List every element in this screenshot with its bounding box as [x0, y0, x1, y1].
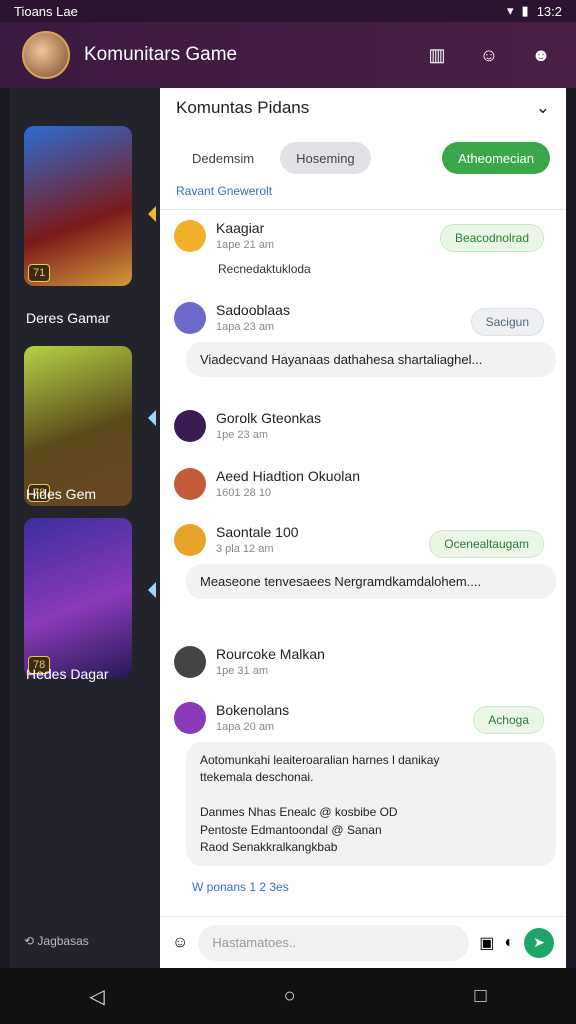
message: Bokenolans 1apa 20 am Aotomunkahi leaiter…: [174, 702, 556, 867]
reaction-pill[interactable]: Beacodnolrad: [439, 224, 544, 252]
arrow-icon: [148, 582, 156, 598]
message: Kaagiar 1ape 21 am Recnedaktukloda Beacod…: [174, 220, 556, 276]
avatar: [174, 702, 206, 734]
arrow-icon: [148, 410, 156, 426]
game-card-1[interactable]: 71: [24, 126, 132, 286]
page-title: Komunitars Game: [84, 44, 238, 65]
composer: ☺ Hastamatoes.. ▣ ◐ ➤: [160, 916, 566, 968]
avatar: [174, 220, 206, 252]
selected-arrow-icon: [148, 206, 156, 222]
message: Rourcoke Malkan 1pe 31 am: [174, 646, 556, 678]
game-name: Hedes Dagar: [26, 666, 109, 682]
send-button[interactable]: ➤: [524, 927, 554, 958]
chat-title: Komuntas Pidans: [176, 98, 310, 117]
message: Gorolk Gteonkas 1pe 23 am: [174, 410, 556, 442]
avatar[interactable]: [22, 31, 70, 79]
message: Sadooblaas 1apa 23 am Viadecvand Hayanaas…: [174, 302, 556, 377]
cta-button[interactable]: Atheomecian: [442, 142, 550, 174]
battery-icon: ▮: [521, 3, 529, 18]
tab-2[interactable]: Hoseming: [280, 142, 371, 174]
emoji-icon[interactable]: ☺: [172, 934, 188, 952]
chat-header: Komuntas Pidans ⌄ Dedemsim Hoseming Athe…: [160, 88, 566, 210]
avatar: [174, 524, 206, 556]
reaction-pill[interactable]: Sacigun: [470, 308, 544, 336]
avatar: [174, 302, 206, 334]
chat-subtitle[interactable]: Ravant Gnewerolt: [176, 184, 550, 198]
camera-icon[interactable]: ▣: [479, 933, 494, 953]
back-icon[interactable]: ◁: [89, 984, 104, 1009]
stats-icon[interactable]: ▥: [424, 42, 450, 68]
user-icon[interactable]: ☺: [476, 42, 502, 68]
chevron-down-icon[interactable]: ⌄: [536, 98, 550, 118]
message-input[interactable]: Hastamatoes..: [198, 924, 470, 961]
message-bubble: Measeone tenvesaees Nergramdkamdalohem..…: [186, 564, 556, 599]
status-time: 13:2: [536, 3, 562, 19]
message: Saontale 100 3 pla 12 am Measeone tenvesa…: [174, 524, 556, 599]
tab-1[interactable]: Dedemsim: [176, 142, 270, 174]
status-left: Tioans Lae: [14, 3, 78, 19]
reaction-pill[interactable]: Ocenealtaugam: [429, 530, 544, 558]
avatar: [174, 410, 206, 442]
home-icon[interactable]: ○: [284, 985, 296, 1008]
navigation-bar: ◁ ○ □: [0, 968, 576, 1024]
recents-icon[interactable]: □: [474, 985, 486, 1008]
game-card-3[interactable]: 78: [24, 518, 132, 678]
avatar: [174, 646, 206, 678]
game-name: Hides Gem: [26, 486, 97, 502]
message-bubble: Viadecvand Hayanaas dathahesa shartaliag…: [186, 342, 556, 377]
chat-panel: Komuntas Pidans ⌄ Dedemsim Hoseming Athe…: [160, 88, 566, 968]
game-card-2[interactable]: 78: [24, 346, 132, 506]
wifi-icon: ▾: [507, 3, 514, 18]
emoji-icon[interactable]: ☻: [528, 42, 554, 68]
sidebar-footer[interactable]: ⟲ Jagbasas: [24, 934, 89, 948]
header: Komunitars Game ▥ ☺ ☻: [0, 22, 576, 88]
chat-footer: W ponans 1 2 3es: [192, 880, 289, 894]
message: Aeed Hiadtion Okuolan 1601 28 10: [174, 468, 556, 500]
game-name: Deres Gamar: [26, 310, 111, 326]
reaction-pill[interactable]: Achoga: [473, 706, 544, 734]
message-bubble: Aotomunkahi leaiteroaralian harnes l dan…: [186, 742, 556, 867]
sticker-icon[interactable]: ◐: [504, 934, 514, 952]
status-bar: Tioans Lae ▾ ▮ 13:2: [0, 0, 576, 22]
sidebar: 71 Deres Gamar 78 Hides Gem 78 Hedes Dag…: [10, 88, 160, 968]
avatar: [174, 468, 206, 500]
game-badge: 71: [28, 264, 51, 282]
